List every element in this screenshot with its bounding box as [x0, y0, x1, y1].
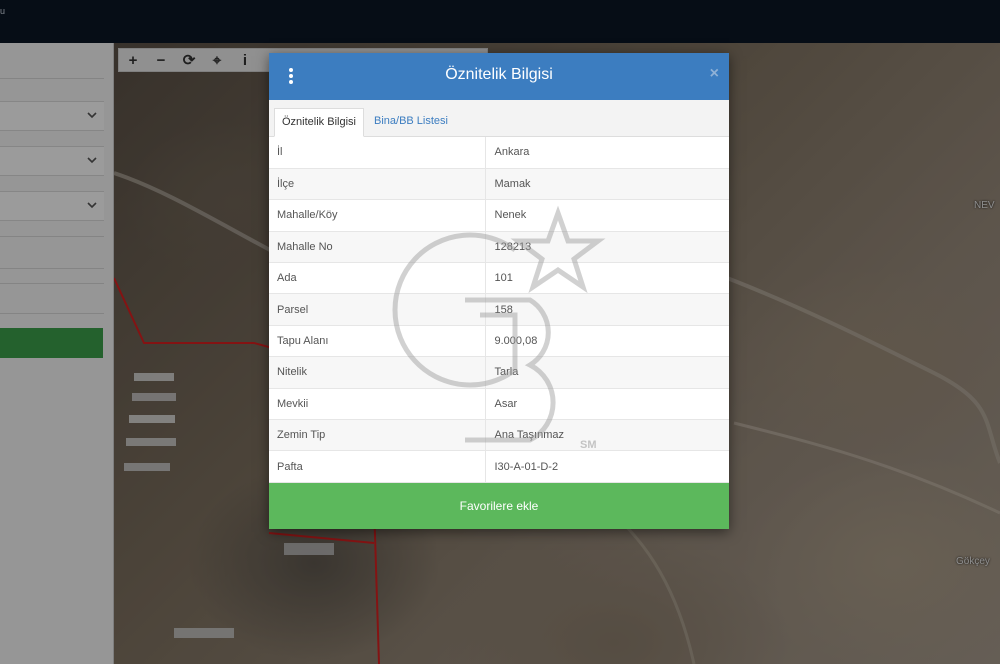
table-row: Mahalle No 128213 — [269, 231, 729, 264]
attr-key: Pafta — [269, 450, 486, 483]
table-row: Mevkii Asar — [269, 388, 729, 421]
table-row: Ada 101 — [269, 262, 729, 295]
close-icon[interactable]: × — [710, 65, 719, 83]
attr-key: Tapu Alanı — [269, 325, 486, 358]
add-to-favorites-button[interactable]: Favorilere ekle — [269, 483, 729, 529]
attr-value: Mamak — [485, 168, 729, 201]
attr-value: Asar — [485, 388, 729, 421]
attribute-info-modal: Öznitelik Bilgisi × Öznitelik Bilgisi Bi… — [269, 53, 729, 529]
modal-tabs: Öznitelik Bilgisi Bina/BB Listesi — [269, 100, 729, 137]
attr-value: 9.000,08 — [485, 325, 729, 358]
attr-key: Parsel — [269, 293, 486, 326]
attr-key: İl — [269, 137, 486, 169]
attr-key: Nitelik — [269, 356, 486, 389]
attr-key: Mahalle/Köy — [269, 199, 486, 232]
table-row: Parsel 158 — [269, 293, 729, 326]
table-row: Nitelik Tarla — [269, 356, 729, 389]
tab-building-list[interactable]: Bina/BB Listesi — [367, 108, 455, 137]
attr-key: Mevkii — [269, 388, 486, 421]
table-row: Mahalle/Köy Nenek — [269, 199, 729, 232]
attr-value: Tarla — [485, 356, 729, 389]
attr-value: 101 — [485, 262, 729, 295]
tab-attribute-info[interactable]: Öznitelik Bilgisi — [274, 108, 364, 137]
attr-key: Zemin Tip — [269, 419, 486, 452]
table-row: Zemin Tip Ana Taşınmaz — [269, 419, 729, 452]
table-row: Pafta I30-A-01-D-2 — [269, 450, 729, 483]
attr-value: 128213 — [485, 231, 729, 264]
attr-key: Mahalle No — [269, 231, 486, 264]
attribute-table: İl Ankara İlçe Mamak Mahalle/Köy Nenek Maha… — [269, 137, 729, 483]
attr-key: İlçe — [269, 168, 486, 201]
attr-value: 158 — [485, 293, 729, 326]
attr-value: Nenek — [485, 199, 729, 232]
attr-key: Ada — [269, 262, 486, 295]
modal-header: Öznitelik Bilgisi × — [269, 53, 729, 100]
table-row: İl Ankara — [269, 137, 729, 169]
attr-value: I30-A-01-D-2 — [485, 450, 729, 483]
modal-title: Öznitelik Bilgisi — [445, 66, 553, 83]
attr-value: Ankara — [485, 137, 729, 169]
table-row: Tapu Alanı 9.000,08 — [269, 325, 729, 358]
attr-value: Ana Taşınmaz — [485, 419, 729, 452]
table-row: İlçe Mamak — [269, 168, 729, 201]
